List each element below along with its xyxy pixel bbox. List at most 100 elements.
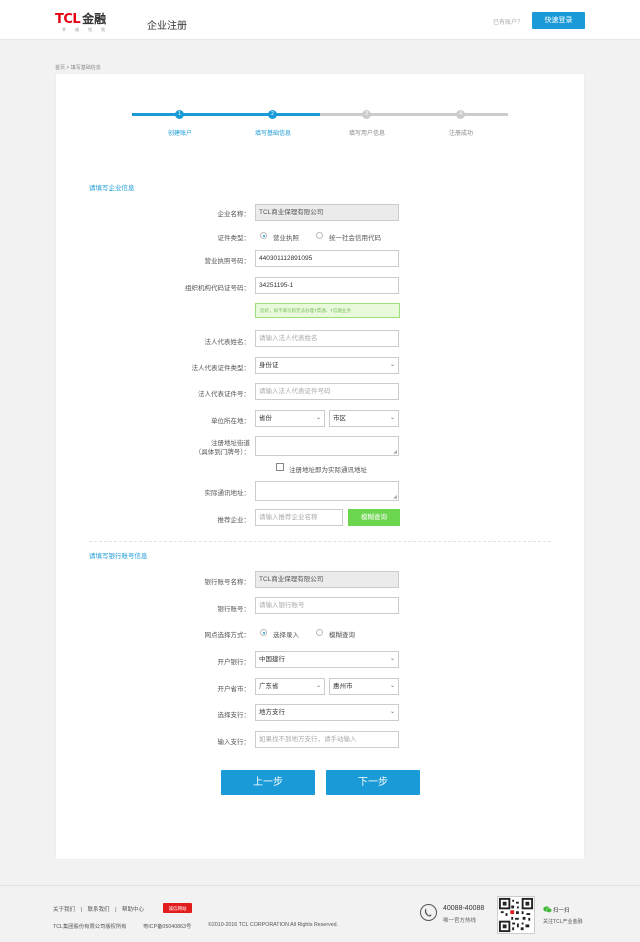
bank-province-select[interactable]: 广东省 ⌄ <box>255 678 325 695</box>
legal-idtype-label: 法人代表证件类型： <box>191 365 251 372</box>
chevron-down-icon: ⌄ <box>315 415 321 421</box>
same-addr-label[interactable]: 注册地址即为实际通讯地址 <box>289 464 367 474</box>
bank-province-label: 开户省市： <box>217 686 251 693</box>
legal-idno-input[interactable]: 请输入法人代表证件号码 <box>255 383 399 400</box>
province-select[interactable]: 省份 ⌄ <box>255 410 325 427</box>
footer-links: 关于我们 | 联系我们 | 帮助中心 <box>53 905 148 913</box>
logo-text: TCL <box>55 12 81 27</box>
chevron-down-icon: ⌄ <box>315 683 321 689</box>
hotline-sub: 唯一官方热线 <box>443 918 477 924</box>
tcl-logo[interactable]: TCL 金融 幸福钱袋 <box>55 10 125 34</box>
chevron-down-icon: ⌄ <box>389 656 395 662</box>
footer-icp: 粤ICP备05040863号 <box>143 924 192 930</box>
radio-business-license[interactable] <box>260 232 267 239</box>
step-3-label: 填写用户信息 <box>348 131 385 137</box>
radio-business-license-label[interactable]: 营业执照 <box>273 232 299 242</box>
location-label: 单位所在地： <box>211 418 250 425</box>
wechat-icon <box>543 906 552 913</box>
about-us-link[interactable]: 关于我们 <box>53 907 75 913</box>
recommend-label: 推荐企业： <box>217 517 251 524</box>
branch-select[interactable]: 地方支行 ⌄ <box>255 704 399 721</box>
qr-code-icon <box>497 896 535 934</box>
input-branch-field[interactable]: 如果找不到地方支行，请手动输入 <box>255 731 399 748</box>
bank-select[interactable]: 中国建行 ⌄ <box>255 651 399 668</box>
resize-grip-icon[interactable]: ◢ <box>393 449 397 455</box>
company-section-title: 请填写企业信息 <box>89 185 135 192</box>
hotline-number: 40088-40088 <box>443 905 485 912</box>
bank-label: 开户银行： <box>217 659 251 666</box>
step-1-label: 创建账户 <box>167 131 192 137</box>
city-select[interactable]: 市区 ⌄ <box>329 410 399 427</box>
recommend-input[interactable]: 请输入推荐企业名称 <box>255 509 343 526</box>
account-no-input[interactable]: 请输入银行账号 <box>255 597 399 614</box>
legal-name-input[interactable]: 请输入法人代表姓名 <box>255 330 399 347</box>
footer-company: TCL集团股份有限公司版权所有 <box>53 924 127 930</box>
have-account-text: 已有账户？ <box>493 20 524 26</box>
branch-method-label: 网点选择方式： <box>204 632 251 639</box>
radio-fuzzy-query-label[interactable]: 模糊查询 <box>329 629 355 639</box>
help-center-link[interactable]: 帮助中心 <box>122 907 144 913</box>
header: TCL 金融 幸福钱袋 企业注册 已有账户？ 快速登录 <box>0 0 640 40</box>
progress-line-todo <box>320 113 508 116</box>
province-value: 省份 <box>259 415 272 422</box>
step-2-dot: 2 <box>268 110 277 119</box>
legal-idtype-select[interactable]: 身份证 ⌄ <box>255 357 399 374</box>
breadcrumb: 首页 > 填写基础信息 <box>55 65 101 71</box>
step-4-dot: 4 <box>456 110 465 119</box>
page-title: 企业注册 <box>147 21 187 32</box>
contact-us-link[interactable]: 联系我们 <box>88 907 110 913</box>
branch-value: 地方支行 <box>259 709 285 716</box>
footer-copyright: ©2010-2016 TCL CORPORATION All Rights Re… <box>208 922 339 928</box>
org-code-input[interactable]: 34251195-1 <box>255 277 399 294</box>
branch-label: 选择支行： <box>217 712 251 719</box>
reg-addr-textarea[interactable]: ◢ <box>255 436 399 456</box>
credit-site-badge-text: 诚信网站 <box>169 905 187 912</box>
wechat-title: 扫一扫 <box>553 908 570 914</box>
radio-select-input[interactable] <box>260 629 267 636</box>
chevron-down-icon: ⌄ <box>389 683 395 689</box>
chevron-down-icon: ⌄ <box>389 362 395 368</box>
footer <box>0 885 640 942</box>
bank-city-select[interactable]: 惠州市 ⌄ <box>329 678 399 695</box>
radio-credit-code[interactable] <box>316 232 323 239</box>
bank-province-value: 广东省 <box>259 683 279 690</box>
step-1-dot: 1 <box>175 110 184 119</box>
license-no-input[interactable]: 440301112891095 <box>255 250 399 267</box>
resize-grip-icon[interactable]: ◢ <box>393 494 397 500</box>
quick-login-button[interactable]: 快速登录 <box>532 12 585 29</box>
next-step-button[interactable]: 下一步 <box>326 770 420 795</box>
radio-select-input-label[interactable]: 选择录入 <box>273 629 299 639</box>
step-3-dot: 3 <box>362 110 371 119</box>
account-name-label: 银行账号名称： <box>204 579 251 586</box>
footer-sep: | <box>80 907 82 913</box>
credit-site-badge-icon[interactable]: 诚信网站 <box>163 903 192 913</box>
actual-addr-textarea[interactable]: ◢ <box>255 481 399 501</box>
progress-line-done <box>132 113 320 116</box>
reg-addr-label-2: （具体到门牌号）： <box>194 449 250 456</box>
account-no-label: 银行账号： <box>217 606 251 613</box>
radio-credit-code-label[interactable]: 统一社会信用代码 <box>329 232 381 242</box>
org-code-tip: 您好，如不填写则无法办理T票通、T信融业务 <box>255 303 400 318</box>
logo-sub: 幸福钱袋 <box>62 27 114 32</box>
chevron-down-icon: ⌄ <box>389 709 395 715</box>
legal-idtype-value: 身份证 <box>259 362 279 369</box>
bank-city-value: 惠州市 <box>333 683 353 690</box>
wechat-sub: 关注TCL产业金融 <box>543 919 583 925</box>
bank-section-title: 请填写银行账号信息 <box>89 553 148 560</box>
company-name-label: 企业名称： <box>217 211 251 218</box>
company-name-field: TCL商业保理有限公司 <box>255 204 399 221</box>
legal-idno-label: 法人代表证件号： <box>198 391 250 398</box>
prev-step-button[interactable]: 上一步 <box>221 770 315 795</box>
radio-fuzzy-query[interactable] <box>316 629 323 636</box>
footer-sep: | <box>115 907 117 913</box>
step-4-label: 注册成功 <box>448 131 473 137</box>
step-2-label: 填写基础信息 <box>254 131 291 137</box>
input-branch-label: 输入支行： <box>217 739 251 746</box>
fuzzy-search-button[interactable]: 模糊查询 <box>348 509 400 526</box>
logo-cn: 金融 <box>82 12 107 26</box>
actual-addr-label: 实际通讯地址： <box>204 490 251 497</box>
bank-value: 中国建行 <box>259 656 285 663</box>
same-addr-checkbox[interactable] <box>276 463 284 471</box>
section-divider <box>89 541 551 542</box>
city-value: 市区 <box>333 415 346 422</box>
